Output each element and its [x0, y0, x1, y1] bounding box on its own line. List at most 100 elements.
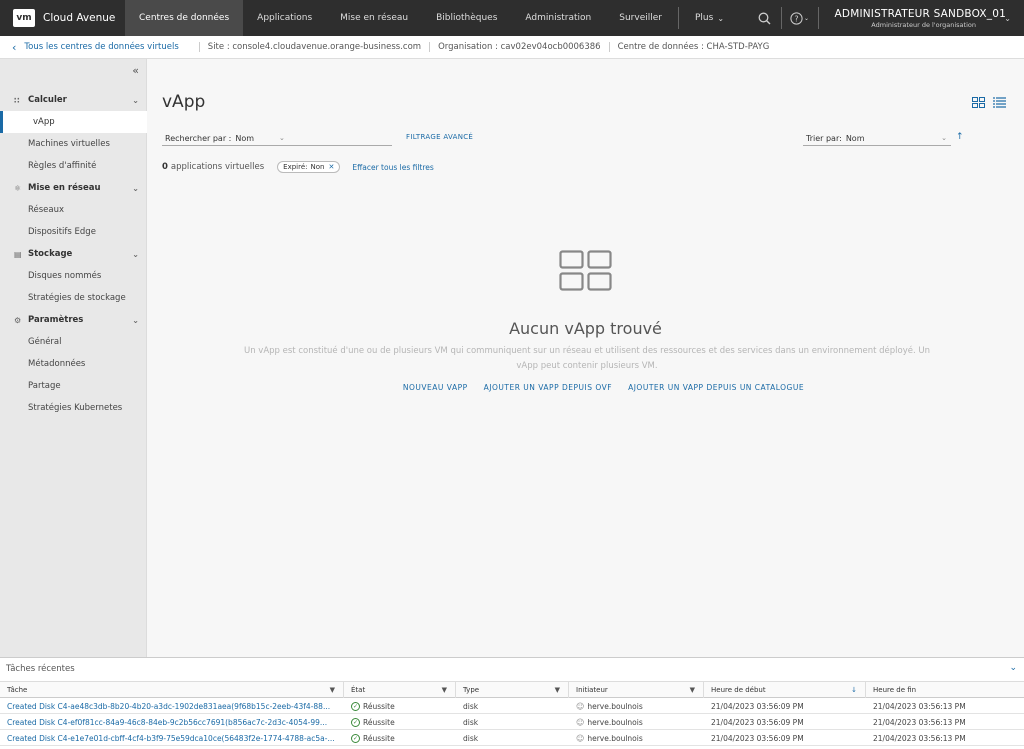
column-header-start[interactable]: Heure de début ↓ [704, 682, 866, 698]
sort-by-value: Nom [845, 133, 865, 143]
add-vapp-from-ovf-button[interactable]: AJOUTER UN VAPP DEPUIS OVF [484, 383, 612, 392]
view-toggle [972, 97, 1006, 108]
advanced-filter-link[interactable]: FILTRAGE AVANCÉ [406, 133, 473, 141]
task-start: 21/04/2023 03:56:09 PM [711, 701, 804, 711]
sidebar-item-strategies-stockage[interactable]: Stratégies de stockage [0, 287, 147, 309]
breadcrumb-datacenter: Centre de données : CHA-STD-PAYG [608, 42, 778, 52]
new-vapp-button[interactable]: NOUVEAU VAPP [403, 383, 468, 392]
tasks-table-header: Tâche ▼ État ▼ Type ▼ Initiateur ▼ Heure de … [0, 681, 1024, 698]
task-initiator: ☺ herve.boulnois [569, 730, 704, 746]
search-by-select[interactable]: Rechercher par : Nom ⌄ [162, 131, 392, 146]
chevron-down-icon: ⌄ [132, 183, 139, 193]
column-header-task[interactable]: Tâche ▼ [0, 682, 344, 698]
filter-chip-expire[interactable]: Expiré: Non ✕ [277, 161, 341, 173]
column-header-state[interactable]: État ▼ [344, 682, 456, 698]
nav-more[interactable]: Plus ⌄ [681, 0, 738, 36]
table-row: Created Disk C4-ae48c3db-8b20-4b20-a3dc-… [0, 698, 1024, 714]
card-view-icon[interactable] [972, 97, 985, 108]
network-icon: ⚛ [14, 183, 22, 193]
chevron-down-icon: ⌄ [132, 249, 139, 259]
column-label: Tâche [7, 686, 28, 694]
nav-administration[interactable]: Administration [511, 0, 605, 36]
vm-logo: vm [13, 9, 35, 27]
chevron-down-icon: ⌄ [717, 13, 725, 23]
sort-descending-icon[interactable]: ↓ [851, 686, 857, 694]
clear-filters-link[interactable]: Effacer tous les filtres [352, 163, 433, 172]
chevron-double-down-icon[interactable]: ⌄ [1009, 663, 1017, 673]
sidebar-item-partage[interactable]: Partage [0, 375, 147, 397]
close-icon[interactable]: ✕ [328, 163, 334, 171]
list-view-icon[interactable] [993, 97, 1006, 108]
sidebar-item-metadonnees[interactable]: Métadonnées [0, 353, 147, 375]
task-link[interactable]: Created Disk C4-ef0f81cc-84a9-46c8-84eb-… [0, 714, 344, 730]
filter-icon[interactable]: ▼ [330, 686, 335, 694]
back-to-datacenters-link[interactable]: ‹ Tous les centres de données virtuels [12, 41, 179, 54]
task-end: 21/04/2023 03:56:13 PM [873, 733, 966, 743]
breadcrumb: ‹ Tous les centres de données virtuels S… [0, 36, 1024, 59]
nav-more-label: Plus [695, 13, 714, 23]
chevron-down-icon: ⌄ [279, 134, 285, 142]
add-vapp-from-catalog-button[interactable]: AJOUTER UN VAPP DEPUIS UN CATALOGUE [628, 383, 804, 392]
task-initiator: ☺ herve.boulnois [569, 714, 704, 730]
user-icon: ☺ [576, 733, 585, 743]
task-end: 21/04/2023 03:56:13 PM [873, 717, 966, 727]
sidebar-item-general[interactable]: Général [0, 331, 147, 353]
sort-ascending-icon[interactable]: ↑ [956, 132, 964, 142]
collapse-sidebar-icon[interactable]: « [132, 64, 139, 77]
user-menu[interactable]: ADMINISTRATEUR SANDBOX_01 Administrateur… [821, 8, 1024, 29]
sidebar-item-machines-virtuelles[interactable]: Machines virtuelles [0, 133, 147, 155]
task-initiator-label: herve.boulnois [587, 701, 643, 711]
filter-icon[interactable]: ▼ [690, 686, 695, 694]
nav-surveiller[interactable]: Surveiller [605, 0, 676, 36]
task-link[interactable]: Created Disk C4-e1e7e01d-cbff-4cf4-b3f9-… [0, 730, 344, 746]
chevron-left-icon: ‹ [12, 40, 17, 54]
sort-by-select[interactable]: Trier par: Nom ⌄ [803, 131, 951, 146]
search-by-label: Rechercher par : [165, 133, 232, 143]
user-icon: ☺ [576, 717, 585, 727]
breadcrumb-site: Site : console4.cloudavenue.orange-busin… [198, 42, 429, 52]
column-header-end[interactable]: Heure de fin [866, 682, 1024, 698]
nav-mise-en-reseau[interactable]: Mise en réseau [326, 0, 422, 36]
breadcrumb-organisation: Organisation : cav02ev04ocb0006386 [429, 42, 609, 52]
nav-bibliotheques[interactable]: Bibliothèques [422, 0, 511, 36]
task-state: ✓ Réussite [344, 730, 456, 746]
sidebar-group-label: Calculer [28, 95, 67, 105]
help-button[interactable]: ? ⌄ [784, 0, 816, 36]
sidebar-item-vapp[interactable]: vApp [0, 111, 147, 133]
empty-state-description: Un vApp est constitué d'une ou de plusie… [243, 346, 931, 371]
nav-right: ? ⌄ ADMINISTRATEUR SANDBOX_01 Administra… [751, 0, 1024, 36]
sidebar-item-strategies-kubernetes[interactable]: Stratégies Kubernetes [0, 397, 147, 419]
sidebar-group-calculer[interactable]: ∷ Calculer ⌄ [0, 89, 147, 111]
sidebar-group-label: Mise en réseau [28, 183, 101, 193]
sidebar-item-regles-affinite[interactable]: Règles d'affinité [0, 155, 147, 177]
brand[interactable]: vm Cloud Avenue [0, 0, 125, 36]
task-start: 21/04/2023 03:56:09 PM [711, 733, 804, 743]
sidebar-group-stockage[interactable]: ▤ Stockage ⌄ [0, 243, 147, 265]
table-row: Created Disk C4-e1e7e01d-cbff-4cf4-b3f9-… [0, 730, 1024, 746]
empty-state-actions: NOUVEAU VAPP AJOUTER UN VAPP DEPUIS OVF … [147, 383, 1024, 392]
user-name: ADMINISTRATEUR SANDBOX_01 [834, 7, 1006, 20]
empty-vapp-icon [559, 250, 612, 291]
nav-applications[interactable]: Applications [243, 0, 326, 36]
nav-centres-de-donnees[interactable]: Centres de données [125, 0, 244, 36]
column-header-type[interactable]: Type ▼ [456, 682, 569, 698]
sidebar-item-disques-nommes[interactable]: Disques nommés [0, 265, 147, 287]
sidebar-item-dispositifs-edge[interactable]: Dispositifs Edge [0, 221, 147, 243]
task-type: disk [463, 733, 479, 743]
sidebar-group-mise-en-reseau[interactable]: ⚛ Mise en réseau ⌄ [0, 177, 147, 199]
chevron-down-icon: ⌄ [941, 134, 947, 142]
sidebar-group-parametres[interactable]: ⚙ Paramètres ⌄ [0, 309, 147, 331]
sidebar-item-reseaux[interactable]: Réseaux [0, 199, 147, 221]
nav-divider [780, 7, 782, 29]
filter-icon[interactable]: ▼ [555, 686, 560, 694]
brand-name: Cloud Avenue [43, 12, 116, 24]
top-navigation: vm Cloud Avenue Centres de données Appli… [0, 0, 1024, 36]
sidebar: « ∷ Calculer ⌄ vApp Machines virtuelles … [0, 59, 147, 657]
filter-icon[interactable]: ▼ [442, 686, 447, 694]
nav-divider [678, 7, 679, 29]
search-button[interactable] [751, 0, 779, 36]
task-link[interactable]: Created Disk C4-ae48c3db-8b20-4b20-a3dc-… [0, 698, 344, 714]
chevron-down-icon: ⌄ [132, 95, 139, 105]
result-count: 0 applications virtuelles Expiré: Non ✕ … [162, 161, 434, 173]
column-header-initiator[interactable]: Initiateur ▼ [569, 682, 704, 698]
